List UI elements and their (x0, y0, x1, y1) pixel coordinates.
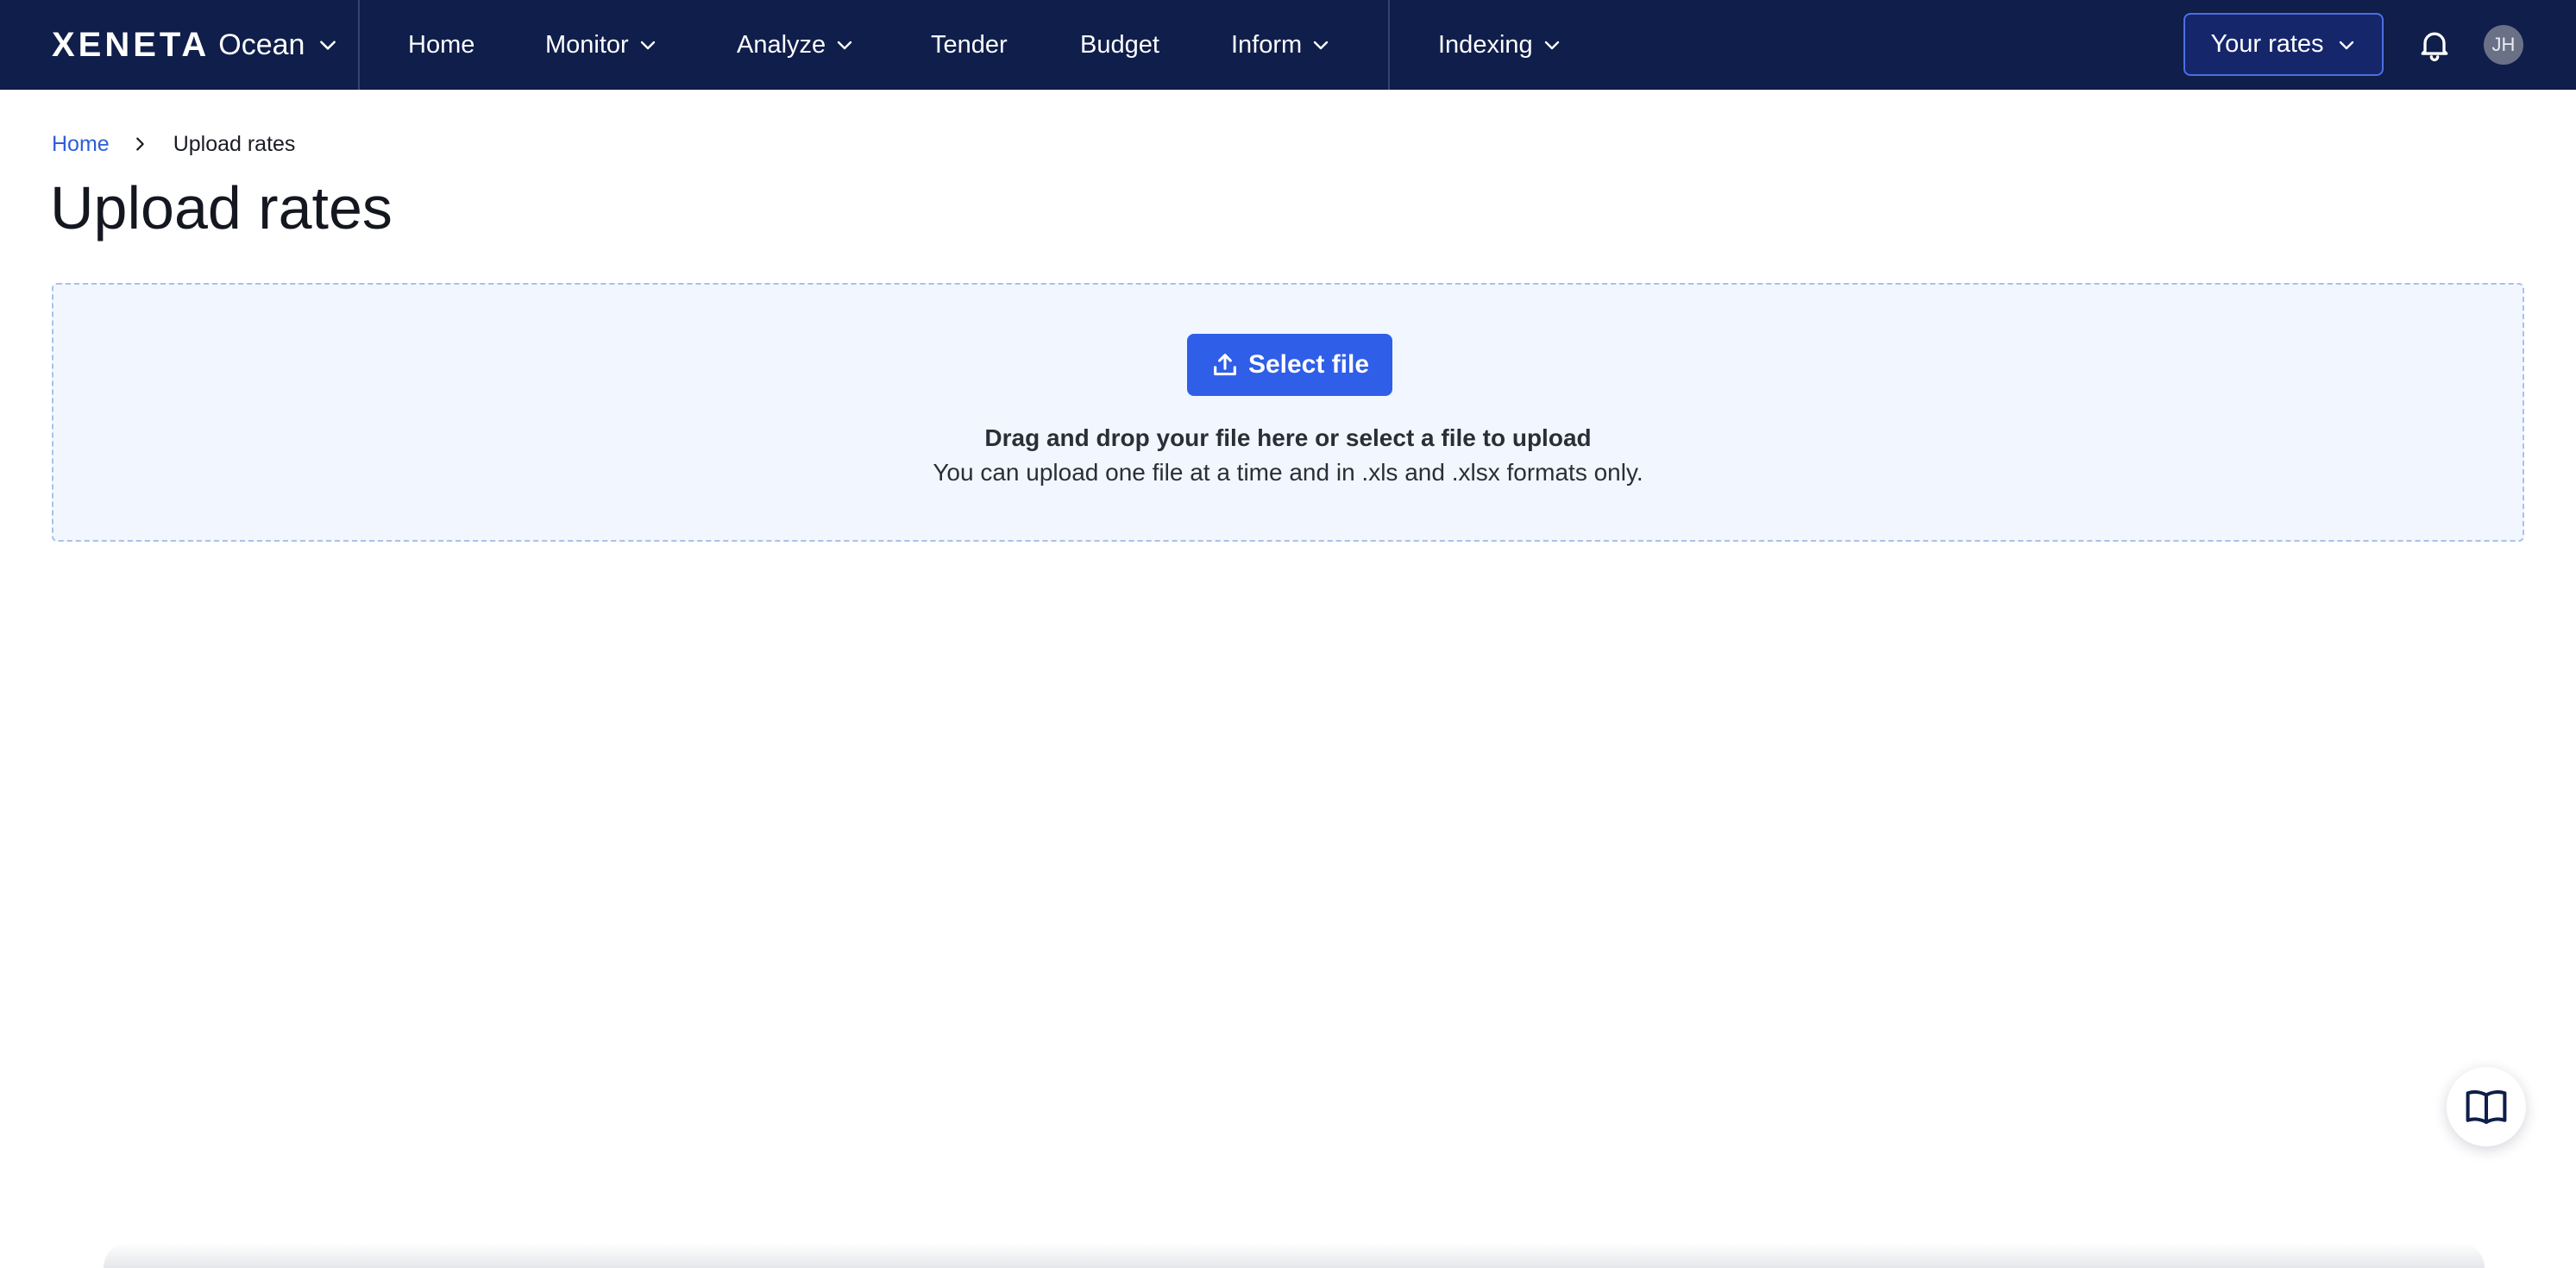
your-rates-label: Your rates (2210, 30, 2324, 58)
chevron-down-icon (2336, 35, 2357, 55)
nav-budget[interactable]: Budget (1080, 0, 1159, 90)
nav-divider (358, 0, 360, 90)
breadcrumb-current: Upload rates (173, 131, 296, 156)
page-title: Upload rates (50, 174, 393, 242)
xeneta-logo: XENETA (52, 25, 210, 64)
select-file-button[interactable]: Select file (1187, 334, 1392, 396)
file-drop-zone[interactable]: Select file Drag and drop your file here… (52, 283, 2524, 542)
nav-home-label: Home (408, 30, 475, 59)
help-guide-button[interactable] (2447, 1067, 2526, 1146)
your-rates-button[interactable]: Your rates (2183, 13, 2384, 76)
bottom-shadow (104, 1242, 2485, 1268)
select-file-label: Select file (1247, 350, 1370, 379)
drop-zone-title: Drag and drop your file here or select a… (984, 424, 1592, 451)
nav-inform-label: Inform (1231, 30, 1303, 59)
breadcrumb: Home Upload rates (52, 129, 295, 159)
nav-analyze[interactable]: Analyze (737, 0, 855, 90)
upload-icon (1210, 350, 1240, 380)
drop-zone-subtitle: You can upload one file at a time and in… (933, 459, 1643, 486)
nav-monitor[interactable]: Monitor (545, 0, 658, 90)
nav-home[interactable]: Home (408, 0, 474, 90)
breadcrumb-home-link[interactable]: Home (52, 132, 110, 157)
product-switcher[interactable]: XENETA Ocean (52, 0, 339, 90)
chevron-down-icon (638, 35, 658, 55)
avatar[interactable]: JH (2484, 25, 2523, 65)
nav-inform[interactable]: Inform (1231, 0, 1331, 90)
bell-icon[interactable] (2416, 26, 2453, 64)
nav-analyze-label: Analyze (737, 30, 826, 59)
top-navigation-bar: XENETA Ocean Home Monitor Analyze Tender… (0, 0, 2576, 90)
open-book-icon (2463, 1083, 2510, 1130)
product-name: Ocean (218, 28, 305, 61)
nav-divider (1388, 0, 1390, 90)
chevron-down-icon (1542, 35, 1562, 55)
chevron-down-icon (834, 35, 855, 55)
chevron-right-icon (130, 135, 149, 154)
nav-tender[interactable]: Tender (931, 0, 1008, 90)
chevron-down-icon (1310, 35, 1331, 55)
nav-indexing-label: Indexing (1438, 30, 1533, 59)
nav-indexing[interactable]: Indexing (1438, 0, 1562, 90)
chevron-down-icon (317, 34, 339, 56)
nav-tender-label: Tender (931, 30, 1008, 59)
nav-budget-label: Budget (1080, 30, 1159, 59)
nav-monitor-label: Monitor (545, 30, 629, 59)
